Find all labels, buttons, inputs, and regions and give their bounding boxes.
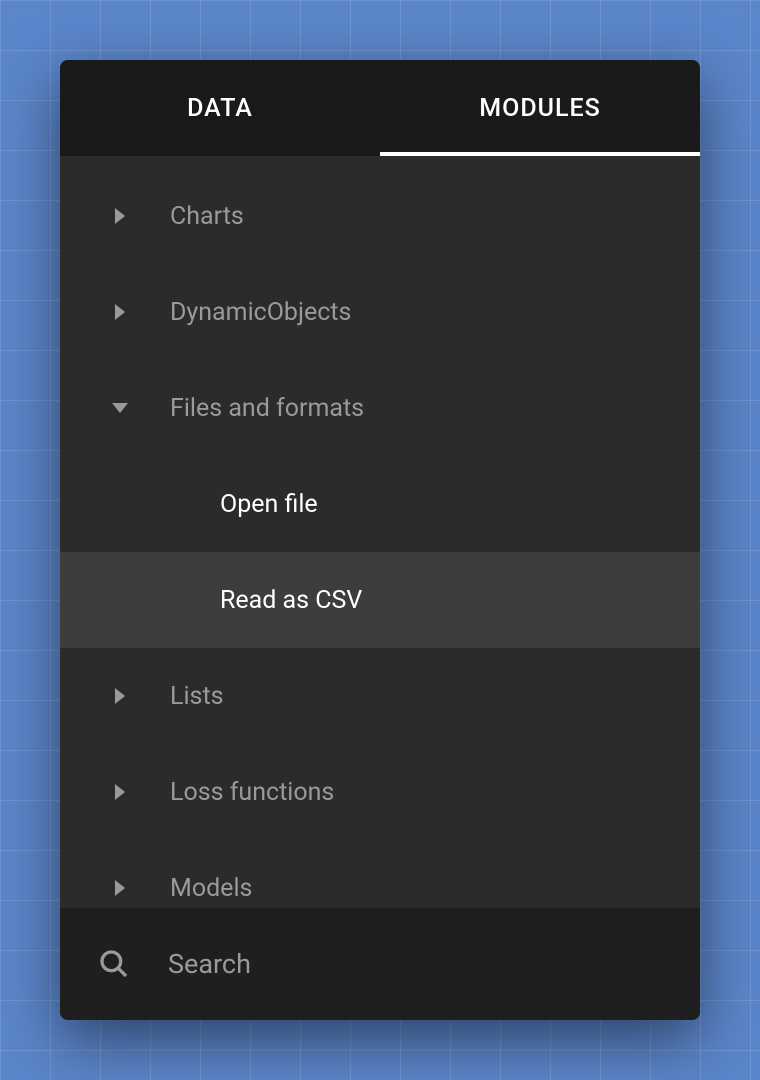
category-label: Files and formats — [170, 394, 364, 423]
category-lists[interactable]: Lists — [60, 648, 700, 744]
category-models[interactable]: Models — [60, 840, 700, 908]
side-panel: DATA MODULES Charts DynamicObjects Files… — [60, 60, 700, 1020]
category-loss-functions[interactable]: Loss functions — [60, 744, 700, 840]
category-label: Charts — [170, 202, 244, 231]
category-files-and-formats[interactable]: Files and formats — [60, 360, 700, 456]
chevron-right-icon — [110, 880, 130, 896]
category-charts[interactable]: Charts — [60, 168, 700, 264]
module-item-label: Open file — [220, 490, 318, 519]
search-input[interactable] — [168, 948, 700, 980]
module-item-open-file[interactable]: Open file — [60, 456, 700, 552]
module-item-read-as-csv[interactable]: Read as CSV — [60, 552, 700, 648]
search-bar — [60, 908, 700, 1020]
tab-modules[interactable]: MODULES — [380, 60, 700, 156]
chevron-down-icon — [110, 403, 130, 413]
chevron-right-icon — [110, 688, 130, 704]
tab-modules-label: MODULES — [479, 94, 601, 123]
category-label: DynamicObjects — [170, 298, 351, 327]
chevron-right-icon — [110, 304, 130, 320]
category-dynamic-objects[interactable]: DynamicObjects — [60, 264, 700, 360]
category-label: Lists — [170, 682, 224, 711]
category-label: Loss functions — [170, 778, 334, 807]
module-item-label: Read as CSV — [220, 586, 362, 615]
tab-data-label: DATA — [187, 94, 253, 123]
chevron-right-icon — [110, 784, 130, 800]
chevron-right-icon — [110, 208, 130, 224]
tab-data[interactable]: DATA — [60, 60, 380, 156]
panel-tabs: DATA MODULES — [60, 60, 700, 156]
module-tree: Charts DynamicObjects Files and formats … — [60, 156, 700, 908]
search-icon — [98, 948, 130, 980]
category-label: Models — [170, 874, 252, 903]
